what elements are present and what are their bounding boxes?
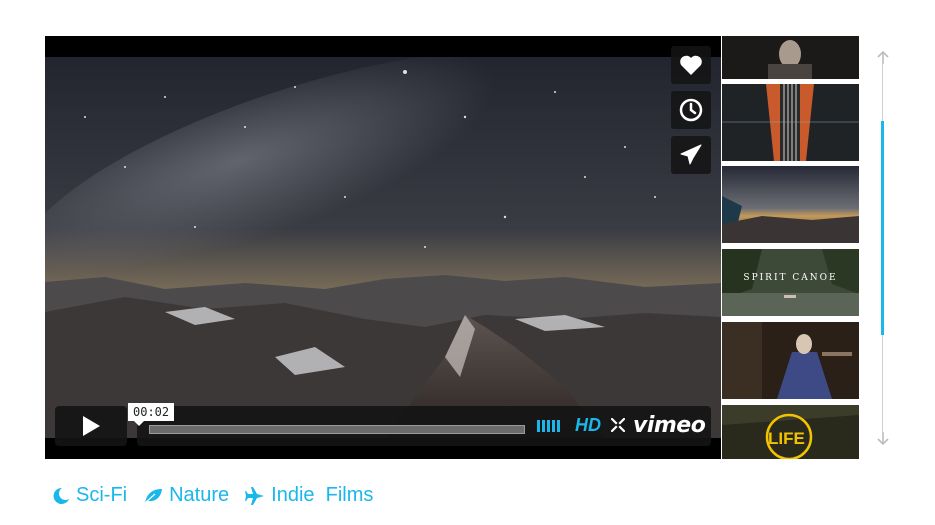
- tag-nature[interactable]: Nature: [143, 484, 229, 507]
- progress-bar[interactable]: [149, 425, 525, 434]
- scroll-thumb[interactable]: [881, 121, 884, 335]
- leaf-icon: [144, 488, 163, 503]
- play-icon: [83, 416, 100, 436]
- watch-later-button[interactable]: [671, 91, 711, 129]
- arrow-up-icon[interactable]: [875, 50, 891, 66]
- send-icon: [680, 144, 702, 165]
- like-button[interactable]: [671, 46, 711, 84]
- heart-icon: [680, 55, 702, 75]
- arrow-down-icon[interactable]: [875, 430, 891, 446]
- vimeo-logo[interactable]: vimeo: [633, 413, 706, 438]
- video-player[interactable]: HD vimeo 00:02: [45, 36, 721, 459]
- fullscreen-icon: [610, 417, 626, 433]
- thumb-portrait[interactable]: [722, 36, 859, 79]
- thumb-spirit-canoe[interactable]: SPIRIT CANOE: [722, 249, 859, 316]
- thumb-night-sky[interactable]: [722, 166, 859, 243]
- hd-toggle[interactable]: HD: [575, 415, 601, 436]
- tag-sci-fi[interactable]: Sci-Fi: [52, 484, 127, 507]
- moon-icon: [53, 487, 69, 504]
- thumb-guitar[interactable]: [722, 84, 859, 161]
- tag-label: Nature: [169, 484, 230, 506]
- thumbnail-scroller[interactable]: [872, 50, 894, 446]
- thumb-spirit-canoe-title: SPIRIT CANOE: [743, 273, 838, 283]
- volume-control[interactable]: [537, 420, 560, 432]
- plane-icon: [245, 486, 265, 505]
- tag-indie-films[interactable]: Indie Films: [245, 484, 373, 507]
- thumb-life-title: LIFE: [768, 429, 805, 448]
- video-frame[interactable]: [45, 57, 721, 438]
- tag-label: Indie Films: [271, 484, 374, 506]
- control-bar: HD vimeo: [137, 406, 711, 446]
- thumb-life[interactable]: LIFE: [722, 405, 859, 459]
- tag-list: Sci-Fi Nature Indie Films: [52, 484, 389, 507]
- share-button[interactable]: [671, 136, 711, 174]
- timecode-tooltip: 00:02: [128, 403, 175, 426]
- clock-icon: [679, 98, 703, 122]
- fullscreen-button[interactable]: [610, 417, 626, 437]
- thumb-costume[interactable]: [722, 322, 859, 399]
- play-button[interactable]: [55, 406, 127, 446]
- tag-label: Sci-Fi: [76, 484, 128, 506]
